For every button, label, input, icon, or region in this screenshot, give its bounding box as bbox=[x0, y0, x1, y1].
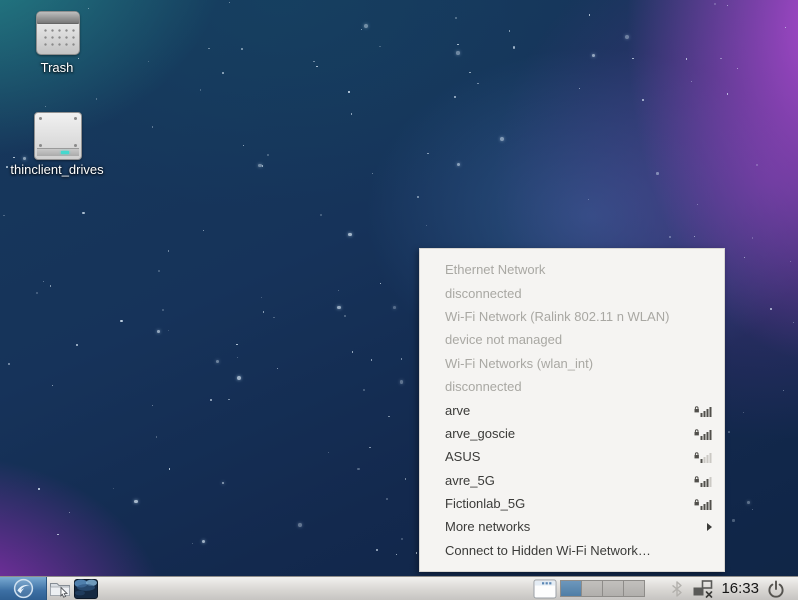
menu-wifi-item[interactable]: arve_goscie bbox=[420, 422, 724, 445]
menu-wifi-item[interactable]: ASUS bbox=[420, 445, 724, 468]
submenu-arrow-icon bbox=[707, 523, 712, 531]
wifi-signal-lock-icon bbox=[694, 427, 712, 440]
menu-item-label: Wi-Fi Networks (wlan_int) bbox=[445, 356, 712, 371]
menu-item-label: Ethernet Network bbox=[445, 262, 712, 277]
logout-button[interactable] bbox=[767, 580, 785, 598]
desktop-globe-icon bbox=[74, 579, 98, 599]
menu-wifi-item[interactable]: avre_5G bbox=[420, 469, 724, 492]
desktop-icon-trash[interactable] bbox=[36, 11, 80, 55]
network-status-button[interactable] bbox=[692, 580, 714, 598]
tray-window-icon bbox=[533, 579, 557, 599]
menu-status-item: Wi-Fi Networks (wlan_int) bbox=[420, 352, 724, 375]
drive-icon bbox=[34, 112, 82, 160]
desktop-pager[interactable] bbox=[561, 580, 645, 597]
menu-wifi-item[interactable]: arve bbox=[420, 398, 724, 421]
start-menu-icon bbox=[13, 578, 34, 599]
menu-action-item[interactable]: Connect to Hidden Wi-Fi Network… bbox=[420, 539, 724, 562]
tray-window-button[interactable] bbox=[532, 577, 558, 600]
menu-item-label: More networks bbox=[445, 519, 699, 534]
menu-status-item: disconnected bbox=[420, 281, 724, 304]
bluetooth-icon bbox=[671, 581, 683, 597]
menu-item-label: disconnected bbox=[445, 379, 712, 394]
menu-item-label: device not managed bbox=[445, 332, 712, 347]
bluetooth-button[interactable] bbox=[671, 581, 683, 597]
network-disconnected-icon bbox=[692, 580, 714, 598]
menu-item-label: arve_goscie bbox=[445, 426, 686, 441]
file-manager-icon bbox=[49, 579, 71, 598]
desktop-icon-thinclient-drives[interactable] bbox=[34, 112, 82, 160]
pager-desktop-1[interactable] bbox=[560, 580, 582, 597]
menu-status-item: Wi-Fi Network (Ralink 802.11 n WLAN) bbox=[420, 305, 724, 328]
menu-status-item: Ethernet Network bbox=[420, 258, 724, 281]
pager-desktop-3[interactable] bbox=[602, 580, 624, 597]
desktop-globe-launcher[interactable] bbox=[73, 577, 99, 600]
menu-item-label: disconnected bbox=[445, 286, 712, 301]
pager-desktop-4[interactable] bbox=[623, 580, 645, 597]
menu-item-label: Fictionlab_5G bbox=[445, 496, 686, 511]
wifi-signal-lock-icon bbox=[694, 404, 712, 417]
menu-item-label: Wi-Fi Network (Ralink 802.11 n WLAN) bbox=[445, 309, 712, 324]
window-tasklist[interactable] bbox=[99, 577, 532, 600]
start-menu-button[interactable] bbox=[0, 577, 47, 600]
trash-icon bbox=[36, 11, 80, 55]
wifi-signal-lock-icon bbox=[694, 450, 712, 463]
menu-status-item: device not managed bbox=[420, 328, 724, 351]
taskbar: 16:33 bbox=[0, 576, 798, 600]
menu-submenu-item[interactable]: More networks bbox=[420, 515, 724, 538]
thinclient-drives-label: thinclient_drives bbox=[6, 163, 108, 178]
menu-item-label: Connect to Hidden Wi-Fi Network… bbox=[445, 543, 712, 558]
menu-wifi-item[interactable]: Fictionlab_5G bbox=[420, 492, 724, 515]
desktop-screen: Trash thinclient_drives Ethernet Network… bbox=[0, 0, 798, 600]
power-icon bbox=[767, 580, 785, 598]
menu-item-label: avre_5G bbox=[445, 473, 686, 488]
menu-item-label: ASUS bbox=[445, 449, 686, 464]
trash-label: Trash bbox=[17, 61, 97, 76]
wifi-signal-lock-icon bbox=[694, 497, 712, 510]
wifi-signal-lock-icon bbox=[694, 474, 712, 487]
taskbar-clock: 16:33 bbox=[721, 580, 759, 597]
menu-status-item: disconnected bbox=[420, 375, 724, 398]
network-menu: Ethernet Network disconnected Wi-Fi Networ… bbox=[419, 248, 725, 572]
menu-item-label: arve bbox=[445, 403, 686, 418]
file-manager-launcher[interactable] bbox=[47, 577, 73, 600]
pager-desktop-2[interactable] bbox=[581, 580, 603, 597]
